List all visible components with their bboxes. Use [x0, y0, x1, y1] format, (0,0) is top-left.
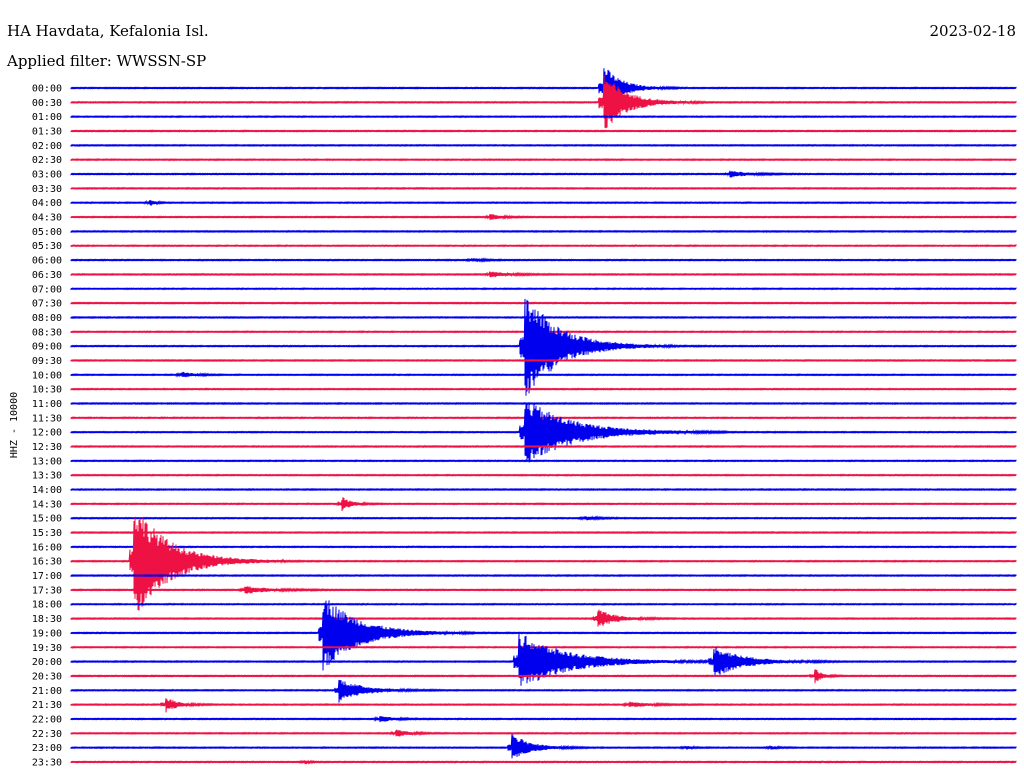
time-tick-label: 01:00: [32, 112, 62, 123]
time-tick-label: 14:00: [32, 485, 62, 496]
time-tick-label: 11:00: [32, 399, 62, 410]
time-tick-label: 13:30: [32, 471, 62, 482]
trace-row-2300: [70, 733, 1017, 759]
time-tick-label: 15:30: [32, 528, 62, 539]
time-tick-label: 09:00: [32, 342, 62, 353]
time-tick-label: 06:00: [32, 256, 62, 267]
time-tick-label: 20:00: [32, 657, 62, 668]
time-tick-label: 08:00: [32, 313, 62, 324]
channel-axis-label: HHZ - 10000: [9, 392, 20, 458]
time-tick-label: 07:30: [32, 299, 62, 310]
time-tick-label: 02:30: [32, 155, 62, 166]
station-title: HA Havdata, Kefalonia Isl.: [7, 22, 209, 40]
date-label: 2023-02-18: [930, 22, 1016, 40]
time-tick-label: 03:00: [32, 170, 62, 181]
time-tick-label: 23:00: [32, 743, 62, 754]
time-tick-label: 17:00: [32, 571, 62, 582]
time-tick-label: 20:30: [32, 671, 62, 682]
time-tick-label: 12:30: [32, 442, 62, 453]
time-tick-label: 05:30: [32, 241, 62, 252]
time-tick-label: 00:00: [32, 84, 62, 95]
helicorder-plot: HA Havdata, Kefalonia Isl. 2023-02-18 Ap…: [6, 22, 1017, 769]
time-tick-label: 02:00: [32, 141, 62, 152]
trace-row-2100: [70, 679, 1017, 703]
trace-row-2000: [70, 633, 1017, 686]
time-tick-label: 08:30: [32, 327, 62, 338]
time-tick-label: 15:00: [32, 514, 62, 525]
time-tick-label: 13:00: [32, 456, 62, 467]
time-tick-label: 14:30: [32, 499, 62, 510]
time-tick-label: 07:00: [32, 284, 62, 295]
filter-label: Applied filter: WWSSN-SP: [6, 52, 206, 70]
time-tick-label: 09:30: [32, 356, 62, 367]
time-tick-label: 21:00: [32, 686, 62, 697]
time-tick-label: 05:00: [32, 227, 62, 238]
time-tick-label: 21:30: [32, 700, 62, 711]
time-tick-label: 04:30: [32, 213, 62, 224]
time-tick-label: 19:00: [32, 628, 62, 639]
time-tick-label: 17:30: [32, 585, 62, 596]
time-tick-label: 16:00: [32, 542, 62, 553]
time-tick-label: 19:30: [32, 643, 62, 654]
time-tick-label: 10:00: [32, 370, 62, 381]
time-tick-label: 16:30: [32, 557, 62, 568]
time-tick-label: 22:00: [32, 714, 62, 725]
time-tick-label: 12:00: [32, 428, 62, 439]
time-tick-label: 11:30: [32, 413, 62, 424]
time-tick-label: 04:00: [32, 198, 62, 209]
time-tick-label: 22:30: [32, 729, 62, 740]
time-tick-label: 10:30: [32, 385, 62, 396]
time-tick-label: 18:00: [32, 600, 62, 611]
time-tick-label: 01:30: [32, 127, 62, 138]
time-tick-labels: 00:00 00:30 01:00 01:30 02:00 02:30 03:00 03:30…: [32, 84, 62, 769]
seismogram-traces: [70, 68, 1017, 765]
trace-row-0000: [70, 68, 1017, 106]
time-tick-label: 03:30: [32, 184, 62, 195]
time-tick-label: 06:30: [32, 270, 62, 281]
time-tick-label: 18:30: [32, 614, 62, 625]
trace-row-0900: [70, 298, 1017, 396]
time-tick-label: 00:30: [32, 98, 62, 109]
time-tick-label: 23:30: [32, 757, 62, 768]
